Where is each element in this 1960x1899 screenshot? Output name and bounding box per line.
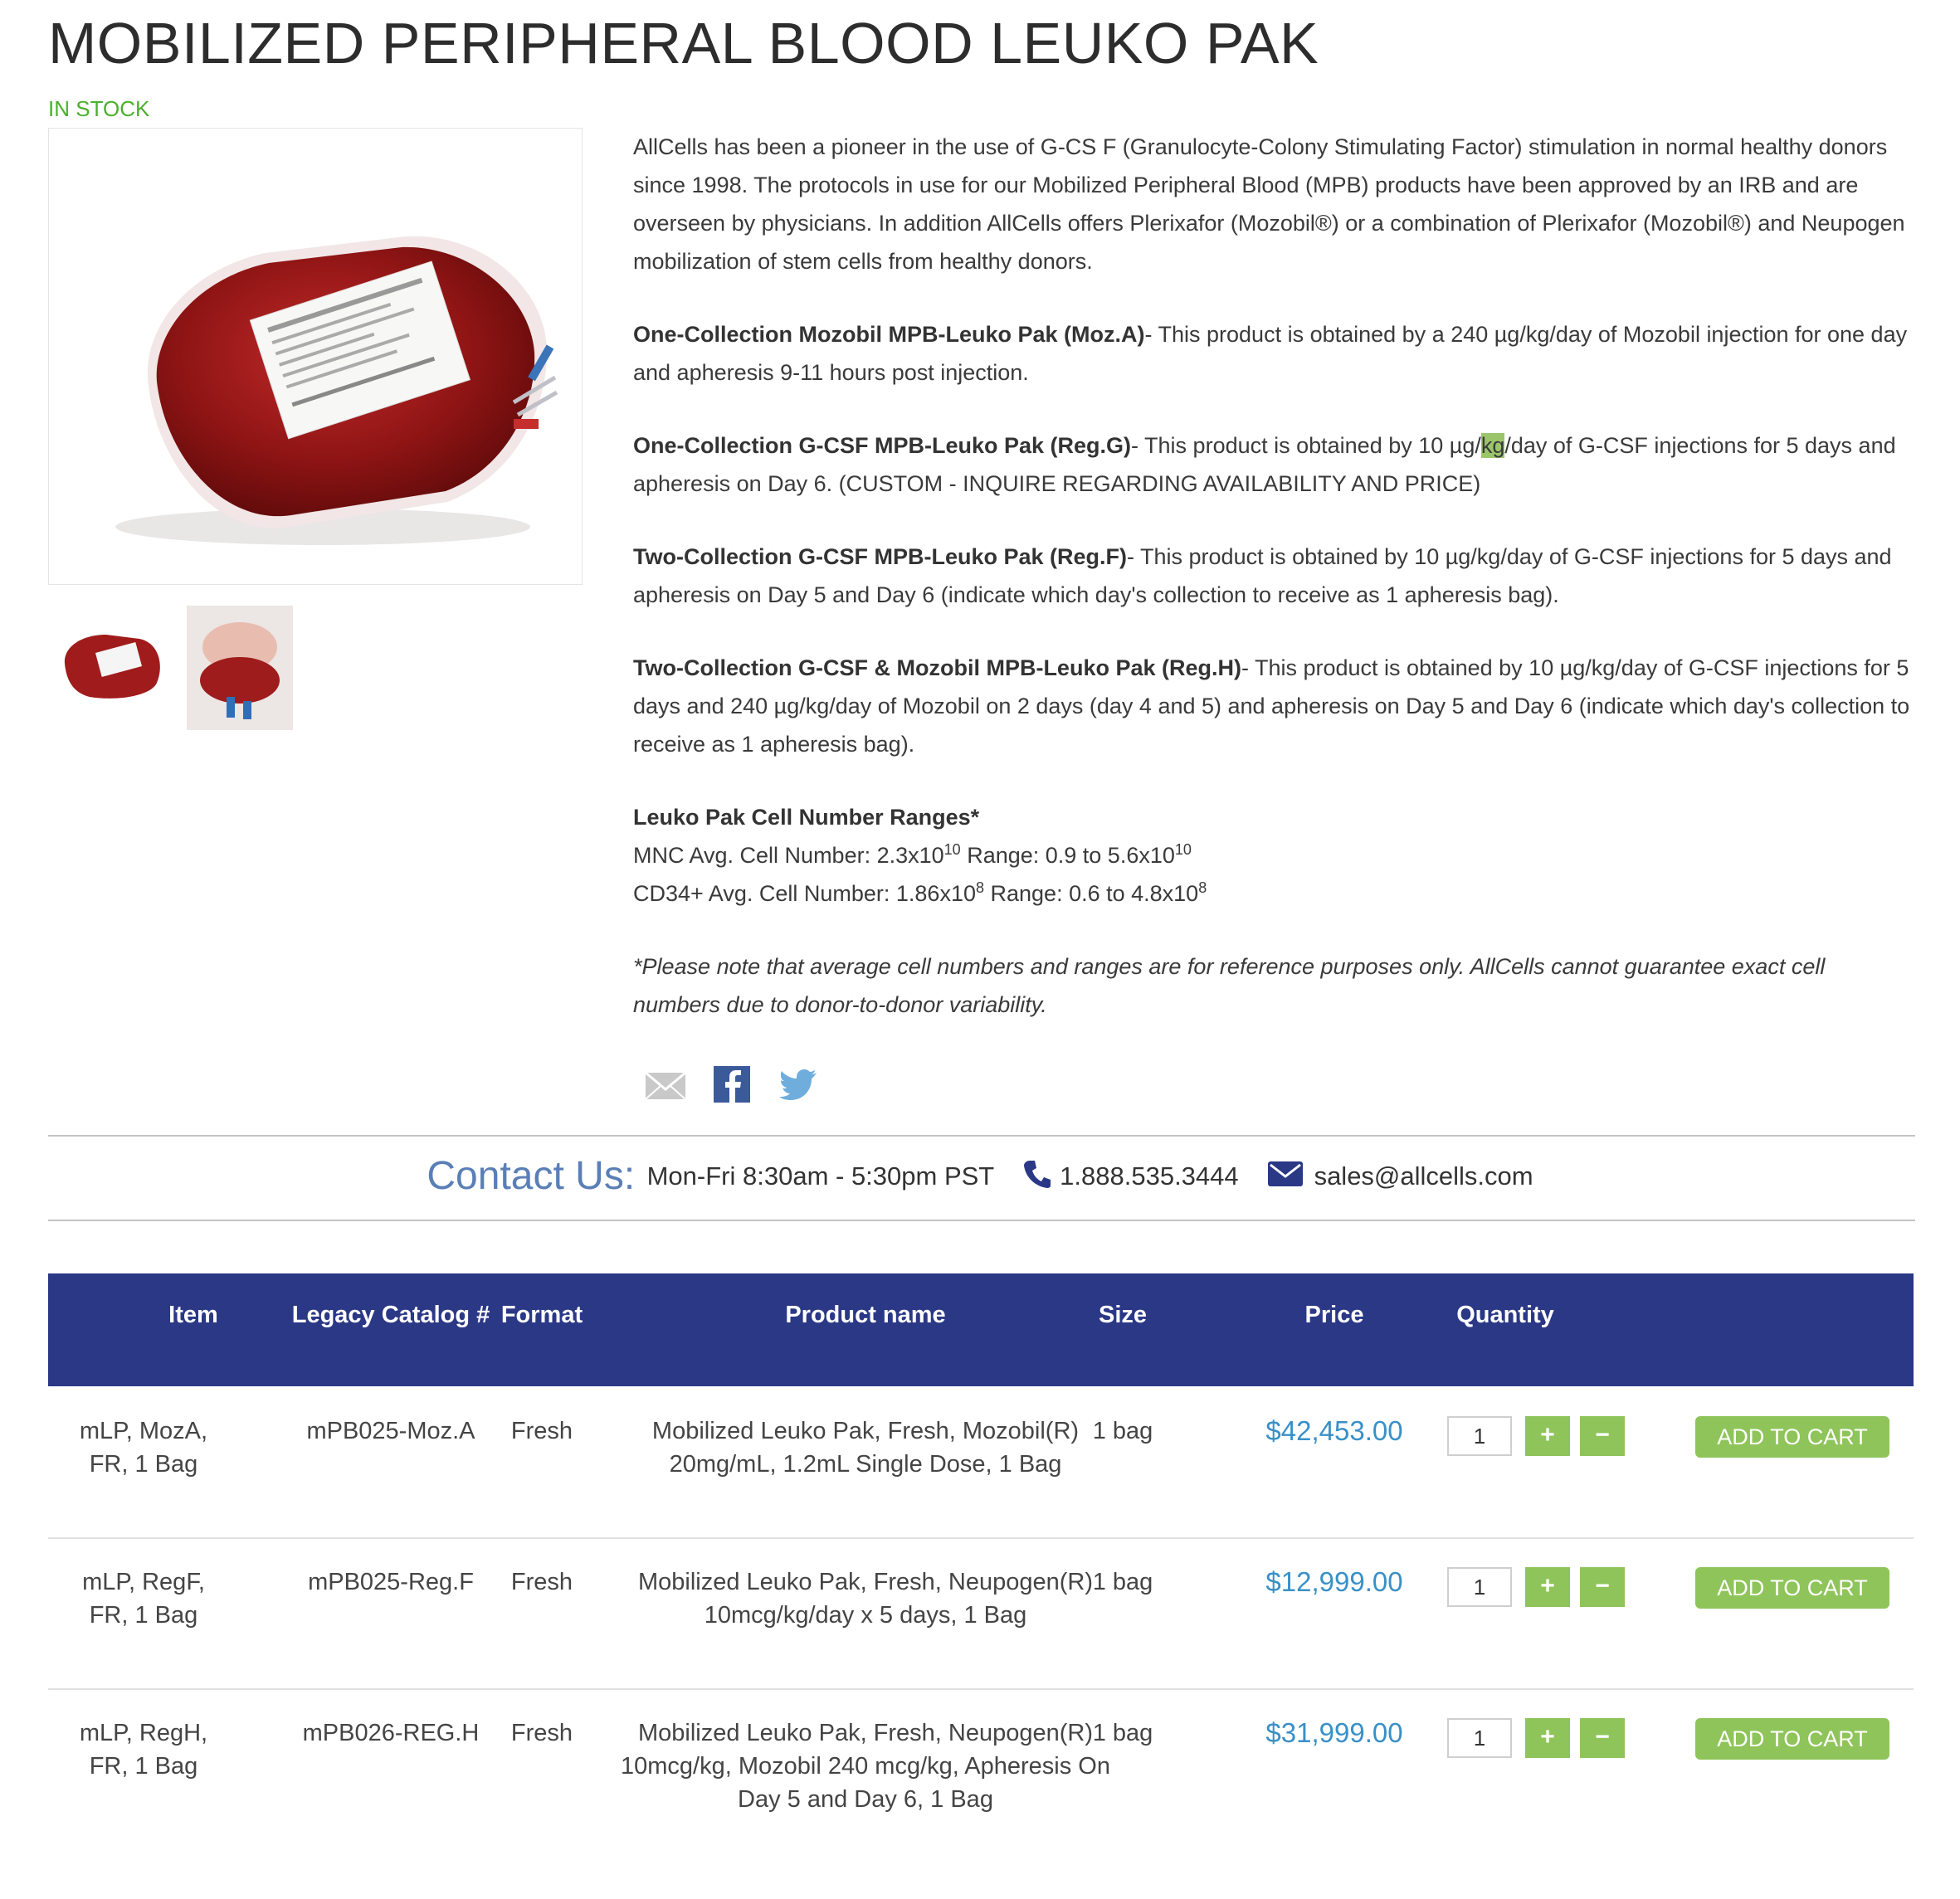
divider-top xyxy=(48,1135,1915,1137)
cd34-range: CD34+ Avg. Cell Number: 1.86x108 Range: … xyxy=(633,874,1915,913)
header-format: Format xyxy=(500,1302,583,1328)
increment-button[interactable]: + xyxy=(1525,1718,1570,1758)
product-name: One-Collection Mozobil MPB-Leuko Pak (Mo… xyxy=(633,322,1145,347)
product-image[interactable] xyxy=(48,128,583,585)
blood-bag-illustration xyxy=(115,236,558,545)
header-item: Item xyxy=(168,1302,218,1328)
facebook-share-icon[interactable] xyxy=(710,1064,753,1104)
cd34-avg: CD34+ Avg. Cell Number: 1.86x10 xyxy=(633,881,976,906)
contact-phone[interactable]: 1.888.535.3444 xyxy=(1060,1161,1239,1191)
table-row: mLP, RegH, FR, 1 Bag mPB026-REG.H Fresh … xyxy=(48,1688,1914,1871)
contact-hours: Mon-Fri 8:30am - 5:30pm PST xyxy=(646,1161,995,1191)
divider-bottom xyxy=(48,1220,1915,1221)
envelope-icon xyxy=(1267,1160,1304,1192)
stock-status: IN STOCK xyxy=(48,96,150,121)
size-cell: 1 bag xyxy=(1092,1720,1153,1746)
table-header: Item Legacy Catalog # Format Product nam… xyxy=(48,1273,1914,1386)
product-name: Two-Collection G-CSF & Mozobil MPB-Leuko… xyxy=(633,655,1241,680)
size-cell: 1 bag xyxy=(1092,1418,1153,1444)
header-size: Size xyxy=(1098,1302,1148,1328)
mnc-avg-exp: 10 xyxy=(943,841,961,858)
format-cell: Fresh xyxy=(510,1418,573,1444)
add-to-cart-button[interactable]: ADD TO CART xyxy=(1695,1567,1889,1609)
ranges-title: Leuko Pak Cell Number Ranges* xyxy=(633,805,980,830)
thumbnail-1[interactable] xyxy=(48,606,174,730)
cd34-range-label: Range: 0.6 to 4.8x10 xyxy=(984,881,1199,906)
thumbnail-2[interactable] xyxy=(187,606,293,730)
disclaimer-note: *Please note that average cell numbers a… xyxy=(633,954,1826,1017)
thumbnail-bag-icon xyxy=(200,622,280,719)
add-to-cart-button[interactable]: ADD TO CART xyxy=(1695,1416,1889,1458)
item-cell: mLP, RegH, FR, 1 Bag xyxy=(79,1720,208,1780)
quantity-input[interactable] xyxy=(1447,1567,1512,1607)
price-cell: $12,999.00 xyxy=(1265,1566,1403,1597)
cell-ranges: Leuko Pak Cell Number Ranges* MNC Avg. C… xyxy=(633,798,1915,913)
twitter-share-icon[interactable] xyxy=(777,1064,820,1104)
mnc-avg: MNC Avg. Cell Number: 2.3x10 xyxy=(633,843,944,868)
product-paragraph-reg-h: Two-Collection G-CSF & Mozobil MPB-Leuko… xyxy=(633,649,1915,763)
table-row: mLP, MozA, FR, 1 Bag mPB025-Moz.A Fresh … xyxy=(48,1386,1914,1539)
cd34-range-exp: 8 xyxy=(1198,879,1207,896)
product-paragraph-moz-a: One-Collection Mozobil MPB-Leuko Pak (Mo… xyxy=(633,315,1915,392)
intro-paragraph: AllCells has been a pioneer in the use o… xyxy=(633,134,1905,274)
page-title: MOBILIZED PERIPHERAL BLOOD LEUKO PAK xyxy=(48,11,1319,75)
quantity-input[interactable] xyxy=(1447,1718,1512,1758)
mnc-range-label: Range: 0.9 to 5.6x10 xyxy=(960,843,1175,868)
increment-button[interactable]: + xyxy=(1525,1567,1570,1607)
cd34-avg-exp: 8 xyxy=(975,879,984,896)
increment-button[interactable]: + xyxy=(1525,1416,1570,1456)
highlighted-text: kg xyxy=(1480,433,1505,458)
product-text: - This product is obtained by 10 µg/ xyxy=(1131,433,1481,458)
quantity-input[interactable] xyxy=(1447,1416,1512,1456)
contact-bar: Contact Us: Mon-Fri 8:30am - 5:30pm PST … xyxy=(0,1153,1960,1199)
size-cell: 1 bag xyxy=(1092,1569,1153,1595)
format-cell: Fresh xyxy=(510,1569,573,1595)
item-cell: mLP, MozA, FR, 1 Bag xyxy=(79,1418,208,1478)
mnc-range-exp: 10 xyxy=(1174,841,1192,858)
mnc-range: MNC Avg. Cell Number: 2.3x1010 Range: 0.… xyxy=(633,836,1915,874)
thumbnail-bag-icon xyxy=(64,635,160,699)
header-quantity: Quantity xyxy=(1456,1302,1554,1328)
decrement-button[interactable]: − xyxy=(1580,1567,1625,1607)
decrement-button[interactable]: − xyxy=(1580,1718,1625,1758)
phone-icon xyxy=(1023,1159,1051,1193)
table-row: mLP, RegF, FR, 1 Bag mPB025-Reg.F Fresh … xyxy=(48,1537,1914,1690)
product-name: One-Collection G-CSF MPB-Leuko Pak (Reg.… xyxy=(633,433,1132,458)
item-cell: mLP, RegF, FR, 1 Bag xyxy=(82,1569,205,1629)
add-to-cart-button[interactable]: ADD TO CART xyxy=(1695,1718,1889,1760)
contact-email[interactable]: sales@allcells.com xyxy=(1314,1161,1533,1191)
price-cell: $42,453.00 xyxy=(1265,1415,1403,1446)
product-paragraph-reg-f: Two-Collection G-CSF MPB-Leuko Pak (Reg.… xyxy=(633,538,1915,614)
product-description: AllCells has been a pioneer in the use o… xyxy=(633,128,1915,1059)
product-paragraph-reg-g: One-Collection G-CSF MPB-Leuko Pak (Reg.… xyxy=(633,426,1915,503)
email-share-icon[interactable] xyxy=(644,1064,687,1104)
contact-label: Contact Us: xyxy=(427,1154,636,1198)
price-cell: $31,999.00 xyxy=(1265,1717,1403,1748)
decrement-button[interactable]: − xyxy=(1580,1416,1625,1456)
product-name: Two-Collection G-CSF MPB-Leuko Pak (Reg.… xyxy=(633,544,1128,569)
format-cell: Fresh xyxy=(510,1720,573,1746)
